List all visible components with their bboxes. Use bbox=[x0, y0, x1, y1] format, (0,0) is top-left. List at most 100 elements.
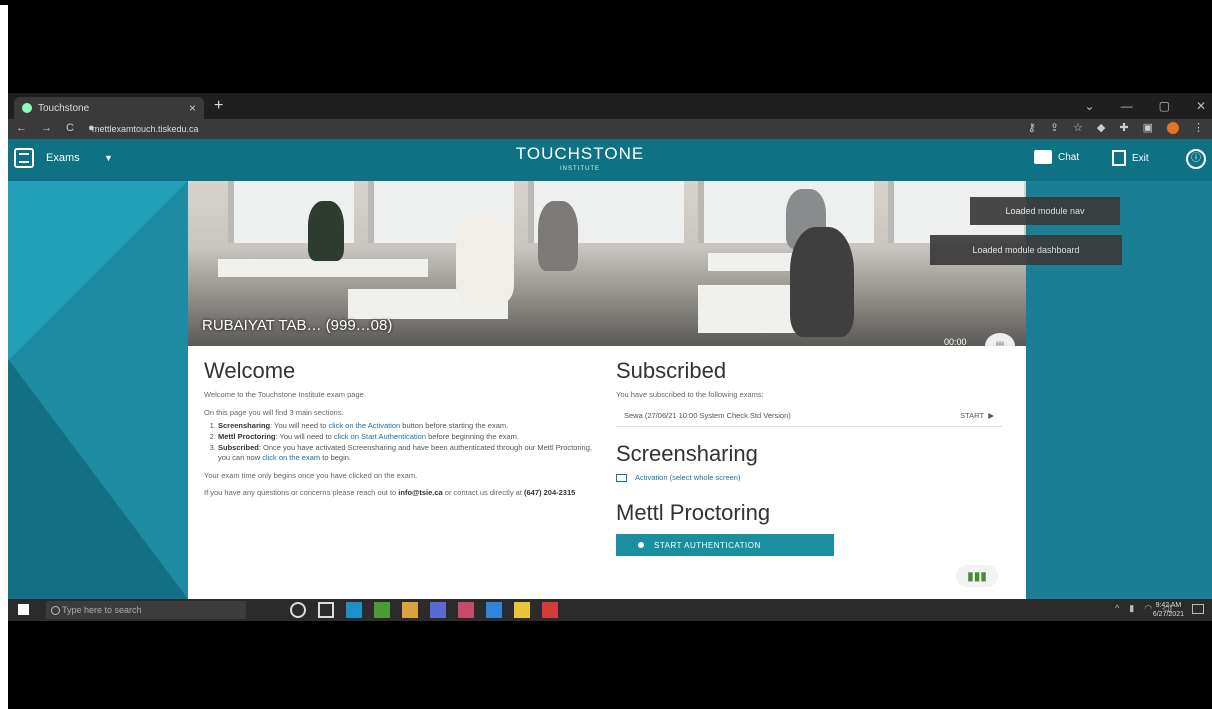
window-controls: ⌄ — ▢ ✕ bbox=[1085, 99, 1206, 113]
person bbox=[308, 201, 344, 261]
puzzle-icon[interactable]: ✚ bbox=[1119, 121, 1128, 134]
steps-list: Screensharing: You will need to click on… bbox=[218, 421, 604, 463]
exams-menu[interactable]: Exams bbox=[46, 152, 80, 164]
search-placeholder: Type here to search bbox=[62, 605, 142, 615]
video-app-icon[interactable] bbox=[542, 602, 558, 618]
forward-icon[interactable]: → bbox=[41, 122, 52, 134]
file-explorer-icon[interactable] bbox=[402, 602, 418, 618]
person bbox=[538, 201, 578, 271]
chat-label: Chat bbox=[1058, 151, 1080, 163]
mettl-widget-icon[interactable]: ▮▮▮ bbox=[956, 565, 998, 587]
back-icon[interactable]: ← bbox=[16, 122, 27, 134]
sidepanel-icon[interactable]: ▣ bbox=[1143, 121, 1153, 134]
zoom-icon[interactable] bbox=[486, 602, 502, 618]
exit-button[interactable]: Exit bbox=[1112, 150, 1149, 166]
screensharing-title: Screensharing bbox=[616, 441, 758, 466]
task-view-icon[interactable] bbox=[318, 602, 334, 618]
clock[interactable]: 9:42 AM 6/27/2021 bbox=[1153, 601, 1184, 619]
person bbox=[790, 227, 854, 337]
windows-start-icon[interactable] bbox=[18, 604, 29, 615]
new-tab-button[interactable]: + bbox=[214, 97, 223, 115]
clock-time: 9:42 AM bbox=[1155, 602, 1182, 609]
right-column: Subscribed You have subscribed to the fo… bbox=[616, 358, 1006, 556]
info-icon[interactable]: ⓘ bbox=[1186, 149, 1206, 169]
address-bar: ← → C ● mettlexamtouch.tiskedu.ca ⚷ ⇪ ☆ … bbox=[8, 119, 1212, 139]
cortana-icon[interactable] bbox=[290, 602, 306, 618]
tab-title: Touchstone bbox=[38, 102, 90, 114]
exam-start[interactable]: START bbox=[960, 411, 984, 420]
url-field[interactable]: mettlexamtouch.tiskedu.ca bbox=[92, 122, 972, 136]
exit-label: Exit bbox=[1132, 152, 1149, 164]
step-name: Screensharing bbox=[218, 421, 271, 430]
timer: 00:00 bbox=[944, 337, 967, 346]
notification-icon[interactable] bbox=[1192, 604, 1204, 614]
activation-link[interactable]: Activation (select whole screen) bbox=[616, 473, 1006, 482]
hero-image: RUBAIYAT TAB… (999…08) 00:00 ▦ bbox=[188, 181, 1026, 346]
more-menu-icon[interactable]: ⋮ bbox=[1193, 121, 1204, 134]
app-icon[interactable] bbox=[458, 602, 474, 618]
exam-row[interactable]: Sewa (27/06/21 10:00 System Check Std Ve… bbox=[616, 405, 1002, 427]
list-item: Screensharing: You will need to click on… bbox=[218, 421, 604, 431]
phone-number: (647) 204-2315 bbox=[524, 488, 576, 497]
taskbar-search[interactable]: Type here to search bbox=[46, 601, 246, 619]
chevron-up-icon[interactable]: ^ bbox=[1115, 603, 1119, 614]
share-icon[interactable]: ⇪ bbox=[1050, 121, 1059, 134]
subscribed-title: Subscribed bbox=[616, 358, 727, 383]
camera-icon bbox=[638, 542, 644, 548]
chat-button[interactable]: Chat bbox=[1034, 150, 1079, 164]
clock-date: 6/27/2021 bbox=[1152, 611, 1184, 618]
star-icon[interactable]: ☆ bbox=[1073, 121, 1083, 134]
taskbar-apps bbox=[290, 602, 558, 618]
step-text: to begin. bbox=[320, 453, 352, 462]
step-link[interactable]: click on the exam bbox=[262, 453, 320, 462]
contact-label: If you have any questions or concerns pl… bbox=[204, 488, 399, 497]
sections-intro: On this page you will find 3 main sectio… bbox=[204, 408, 344, 417]
email-link[interactable]: info@tsie.ca bbox=[398, 488, 442, 497]
key-icon[interactable]: ⚷ bbox=[1028, 121, 1036, 134]
sticky-notes-icon[interactable] bbox=[514, 602, 530, 618]
exam-time-note: Your exam time only begins once you have… bbox=[204, 471, 418, 480]
play-icon[interactable]: ▶ bbox=[988, 411, 994, 420]
proctoring-title: Mettl Proctoring bbox=[616, 500, 771, 525]
step-link[interactable]: click on the Activation bbox=[329, 421, 401, 430]
edge-icon[interactable] bbox=[346, 602, 362, 618]
close-tab-icon[interactable]: × bbox=[189, 101, 196, 115]
chat-icon bbox=[1034, 150, 1052, 164]
minimize-button[interactable]: — bbox=[1121, 99, 1133, 113]
tab-search-icon[interactable]: ⌄ bbox=[1085, 99, 1095, 113]
list-item: Subscribed: Once you have activated Scre… bbox=[218, 443, 604, 463]
step-link[interactable]: click on Start Authentication bbox=[334, 432, 426, 441]
person bbox=[456, 213, 514, 303]
browser-tab[interactable]: Touchstone × bbox=[14, 97, 204, 119]
step-name: Subscribed bbox=[218, 443, 259, 452]
background-shape bbox=[8, 181, 188, 361]
teams-icon[interactable] bbox=[430, 602, 446, 618]
wifi-icon[interactable]: ◠ bbox=[1144, 603, 1152, 614]
profile-avatar[interactable] bbox=[1167, 121, 1179, 134]
exit-icon bbox=[1112, 150, 1126, 166]
tab-strip: Touchstone × + ⌄ — ▢ ✕ bbox=[8, 93, 1212, 119]
toast-dashboard: Loaded module dashboard bbox=[930, 235, 1122, 265]
activation-label: Activation (select whole screen) bbox=[635, 473, 741, 482]
app-body: RUBAIYAT TAB… (999…08) 00:00 ▦ Welcome W… bbox=[8, 181, 1212, 599]
toast-nav: Loaded module nav bbox=[970, 197, 1120, 225]
menu-icon[interactable] bbox=[14, 148, 34, 168]
reload-icon[interactable]: C bbox=[66, 122, 74, 134]
start-authentication-button[interactable]: START AUTHENTICATION bbox=[616, 534, 834, 556]
favicon-icon bbox=[22, 103, 32, 113]
maximize-button[interactable]: ▢ bbox=[1159, 99, 1170, 113]
brand-subtitle: INSTITUTE bbox=[560, 166, 600, 172]
extension-icon[interactable]: ◆ bbox=[1097, 121, 1105, 134]
exam-actions: START ▶ bbox=[960, 411, 994, 420]
contact-label: or contact us directly at bbox=[442, 488, 525, 497]
chrome-icon[interactable] bbox=[374, 602, 390, 618]
extension-icons: ⚷ ⇪ ☆ ◆ ✚ ▣ ⋮ bbox=[1028, 121, 1204, 134]
taskbar: Type here to search ^ ▮ ◠ ◁) 9:42 AM 6/2… bbox=[8, 599, 1212, 621]
close-window-button[interactable]: ✕ bbox=[1196, 99, 1206, 113]
chevron-down-icon[interactable]: ▼ bbox=[104, 153, 113, 163]
exam-name: Sewa (27/06/21 10:00 System Check Std Ve… bbox=[624, 411, 791, 420]
grid-icon[interactable]: ▦ bbox=[985, 333, 1015, 346]
contact-text: If you have any questions or concerns pl… bbox=[204, 488, 604, 498]
step-text: before beginning the exam. bbox=[426, 432, 520, 441]
network-icon[interactable]: ▮ bbox=[1129, 603, 1134, 614]
